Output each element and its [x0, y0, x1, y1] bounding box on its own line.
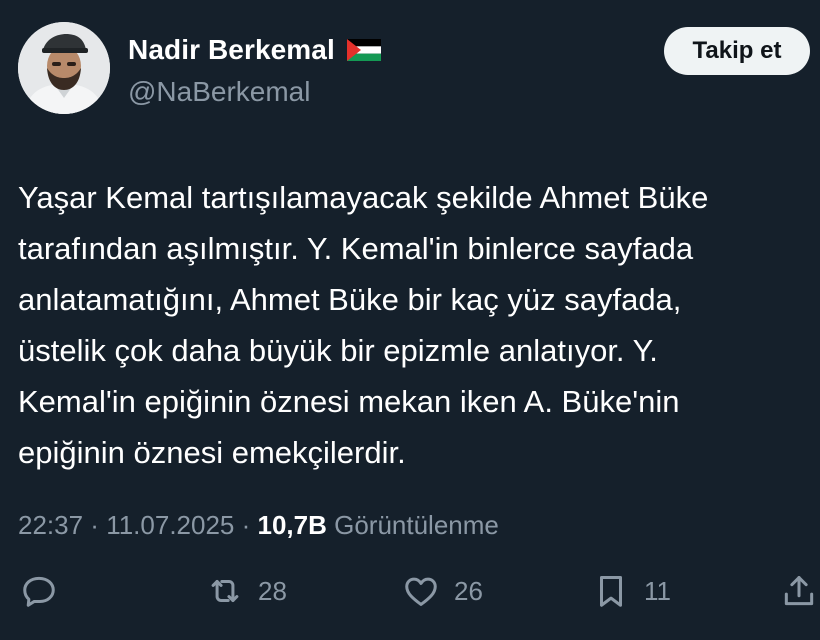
bookmark-count: 11	[644, 575, 671, 606]
bookmark-icon	[599, 576, 623, 607]
retweet-button[interactable]: 28	[206, 572, 287, 610]
heart-icon	[405, 577, 437, 606]
reply-icon	[23, 576, 55, 607]
follow-button[interactable]: Takip et	[664, 27, 810, 75]
like-count: 26	[454, 575, 483, 606]
tweet-text: Yaşar Kemal tartışılamayacak şekilde Ahm…	[18, 180, 709, 470]
tweet-time[interactable]: 22:37	[18, 510, 83, 540]
share-icon	[784, 576, 814, 606]
views-count: 10,7B	[257, 510, 327, 540]
palestine-flag-icon	[346, 39, 381, 61]
bookmark-button[interactable]: 11	[592, 572, 671, 610]
avatar[interactable]	[18, 22, 110, 114]
tweet-date[interactable]: 11.07.2025	[106, 510, 234, 540]
meta-separator: ·	[83, 510, 107, 540]
like-button[interactable]: 26	[402, 572, 483, 610]
tweet-meta: 22:37 · 11.07.2025 · 10,7B Görüntülenme	[18, 510, 499, 541]
author-name-row: Nadir Berkemal	[128, 34, 381, 66]
author-handle[interactable]: @NaBerkemal	[128, 76, 310, 108]
meta-separator: ·	[234, 510, 258, 540]
author-name[interactable]: Nadir Berkemal	[128, 34, 335, 66]
retweet-count: 28	[258, 575, 287, 606]
tweet-actions: 28 26 11	[0, 572, 820, 622]
views-label: Görüntülenme	[326, 510, 499, 540]
reply-button[interactable]	[20, 572, 58, 610]
share-button[interactable]	[780, 572, 818, 610]
retweet-icon	[211, 579, 239, 603]
